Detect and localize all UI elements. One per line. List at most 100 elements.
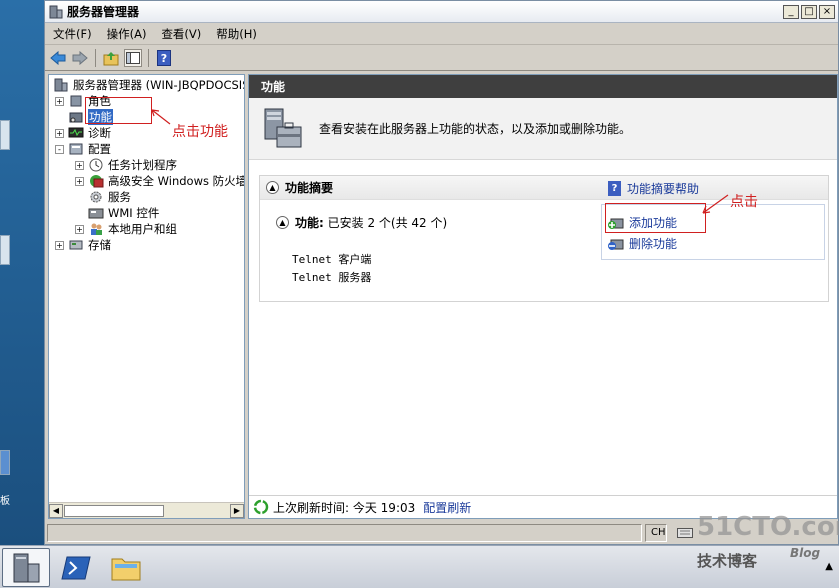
gear-icon xyxy=(90,191,102,203)
diagnostics-icon xyxy=(68,127,84,138)
tree-root-label: 服务器管理器 (WIN-JBQPDOCSIS xyxy=(73,78,245,92)
language-indicator[interactable]: CH xyxy=(651,527,666,538)
toolbar: ? xyxy=(45,45,838,71)
tree-root[interactable]: 服务器管理器 (WIN-JBQPDOCSIS xyxy=(53,77,245,93)
help-icon: ? xyxy=(608,181,621,196)
status-panel xyxy=(47,524,642,542)
taskbar: 51CTO.com 技术博客 Blog ▲ xyxy=(0,512,839,588)
users-icon xyxy=(91,223,102,235)
folder-icon xyxy=(111,558,141,580)
horizontal-scrollbar[interactable]: ◀ ▶ xyxy=(49,502,244,518)
expand-icon[interactable]: + xyxy=(55,96,64,106)
tree-item-local-users[interactable]: + 本地用户和组 xyxy=(75,221,177,237)
features-toolbox-icon xyxy=(264,108,302,147)
window-title: 服务器管理器 xyxy=(67,5,140,19)
help-button[interactable]: ? xyxy=(155,49,173,67)
server-icon xyxy=(54,78,68,92)
tree-item-label: 高级安全 Windows 防火墙 xyxy=(108,174,245,188)
features-subsection-header[interactable]: ▲ 功能: 已安装 2 个(共 42 个) xyxy=(276,214,447,231)
collapse-icon[interactable]: - xyxy=(55,144,64,154)
remove-feature-icon xyxy=(608,239,624,250)
menu-bar: 文件(F) 操作(A) 查看(V) 帮助(H) xyxy=(45,23,838,45)
intro-text: 查看安装在此服务器上功能的状态，以及添加或删除功能。 xyxy=(319,122,632,136)
annotation-highlight-box xyxy=(85,97,152,124)
svg-text:?: ? xyxy=(161,52,167,65)
tree-item-services[interactable]: 服务 xyxy=(88,189,131,205)
taskbar-server-manager[interactable] xyxy=(2,548,50,587)
desktop-icon[interactable] xyxy=(0,235,10,265)
tree-item-label: 存储 xyxy=(88,238,111,252)
console-tree-icon xyxy=(126,51,140,64)
tree-item-wmi-control[interactable]: WMI 控件 xyxy=(88,205,159,221)
intro-banner: 查看安装在此服务器上功能的状态，以及添加或删除功能。 xyxy=(249,98,837,160)
annotation-click: 点击 xyxy=(730,194,758,210)
configuration-icon xyxy=(69,143,83,155)
installed-feature: Telnet 服务器 xyxy=(292,271,372,284)
taskbar-powershell[interactable] xyxy=(52,548,100,587)
scroll-thumb[interactable] xyxy=(64,505,164,517)
watermark-logo: 51CTO.com xyxy=(697,512,839,542)
firewall-icon xyxy=(90,175,104,188)
help-link-text: 功能摘要帮助 xyxy=(627,182,700,196)
tree-item-label: 任务计划程序 xyxy=(108,158,177,172)
close-button[interactable]: × xyxy=(819,4,835,19)
desktop-icon[interactable] xyxy=(0,120,10,150)
configure-refresh-link[interactable]: 配置刷新 xyxy=(423,499,471,516)
annotation-highlight-box xyxy=(605,203,706,233)
tree-item-label: WMI 控件 xyxy=(108,206,160,220)
roles-icon xyxy=(70,95,82,107)
arrow-right-icon xyxy=(72,50,88,65)
tree-item-storage[interactable]: + 存储 xyxy=(55,237,111,253)
help-icon: ? xyxy=(157,49,171,66)
menu-action[interactable]: 操作(A) xyxy=(107,26,147,42)
keyboard-icon[interactable] xyxy=(677,526,693,539)
show-hidden-icons-button[interactable]: ▲ xyxy=(825,561,833,572)
watermark-blog: Blog xyxy=(790,546,821,560)
installed-feature: Telnet 客户端 xyxy=(292,253,372,266)
menu-help[interactable]: 帮助(H) xyxy=(216,26,257,42)
forward-button[interactable] xyxy=(71,49,89,67)
expand-icon[interactable]: + xyxy=(75,160,84,170)
show-hide-tree-button[interactable] xyxy=(124,48,142,67)
collapse-up-icon[interactable]: ▲ xyxy=(276,216,289,229)
clock-icon xyxy=(89,158,103,172)
last-refresh-text: 上次刷新时间: 今天 19:03 xyxy=(273,500,416,515)
taskbar-explorer[interactable] xyxy=(102,548,150,587)
back-button[interactable] xyxy=(49,49,67,67)
desktop-icon[interactable] xyxy=(0,450,10,475)
expand-icon[interactable]: + xyxy=(55,128,64,138)
installed-count: 已安装 2 个(共 42 个) xyxy=(327,216,448,230)
tree-item-task-scheduler[interactable]: + 任务计划程序 xyxy=(75,157,177,173)
scroll-right-arrow-icon[interactable]: ▶ xyxy=(230,504,244,518)
tree-item-label: 本地用户和组 xyxy=(108,222,177,236)
wmi-icon xyxy=(88,208,104,219)
desktop-icon-label: 板 xyxy=(0,496,10,507)
powershell-icon xyxy=(61,556,91,579)
features-summary-help-link[interactable]: ? 功能摘要帮助 xyxy=(608,180,699,197)
tree-item-configuration[interactable]: - 配置 xyxy=(55,141,111,157)
collapse-up-icon[interactable]: ▲ xyxy=(266,181,279,194)
menu-view[interactable]: 查看(V) xyxy=(161,26,201,42)
remove-features-label: 删除功能 xyxy=(629,237,678,251)
expand-icon[interactable]: + xyxy=(55,240,64,250)
scroll-left-arrow-icon[interactable]: ◀ xyxy=(49,504,63,518)
storage-icon xyxy=(69,240,83,250)
remove-features-link[interactable]: 删除功能 xyxy=(608,235,677,252)
restore-button[interactable]: □ xyxy=(801,4,817,19)
expand-icon[interactable]: + xyxy=(75,224,84,234)
toolbar-separator xyxy=(95,48,96,67)
expand-icon[interactable]: + xyxy=(75,176,84,186)
menu-file[interactable]: 文件(F) xyxy=(53,26,92,42)
tree-item-label: 配置 xyxy=(88,142,111,156)
minimize-button[interactable]: _ xyxy=(783,4,799,19)
folder-up-icon xyxy=(103,51,119,65)
tree-item-label: 服务 xyxy=(108,190,131,204)
title-bar[interactable]: 服务器管理器 _ □ × xyxy=(45,1,838,23)
features-count: 功能: 已安装 2 个(共 42 个) xyxy=(295,214,447,231)
section-title: 功能摘要 xyxy=(285,181,334,195)
refresh-icon[interactable] xyxy=(253,499,269,515)
server-manager-window: 服务器管理器 _ □ × 文件(F) 操作(A) 查看(V) 帮助(H) ? 服… xyxy=(44,0,839,545)
tree-item-firewall[interactable]: + 高级安全 Windows 防火墙 xyxy=(75,173,245,189)
tree-item-diagnostics[interactable]: + 诊断 xyxy=(55,125,111,141)
up-level-button[interactable] xyxy=(102,49,120,67)
